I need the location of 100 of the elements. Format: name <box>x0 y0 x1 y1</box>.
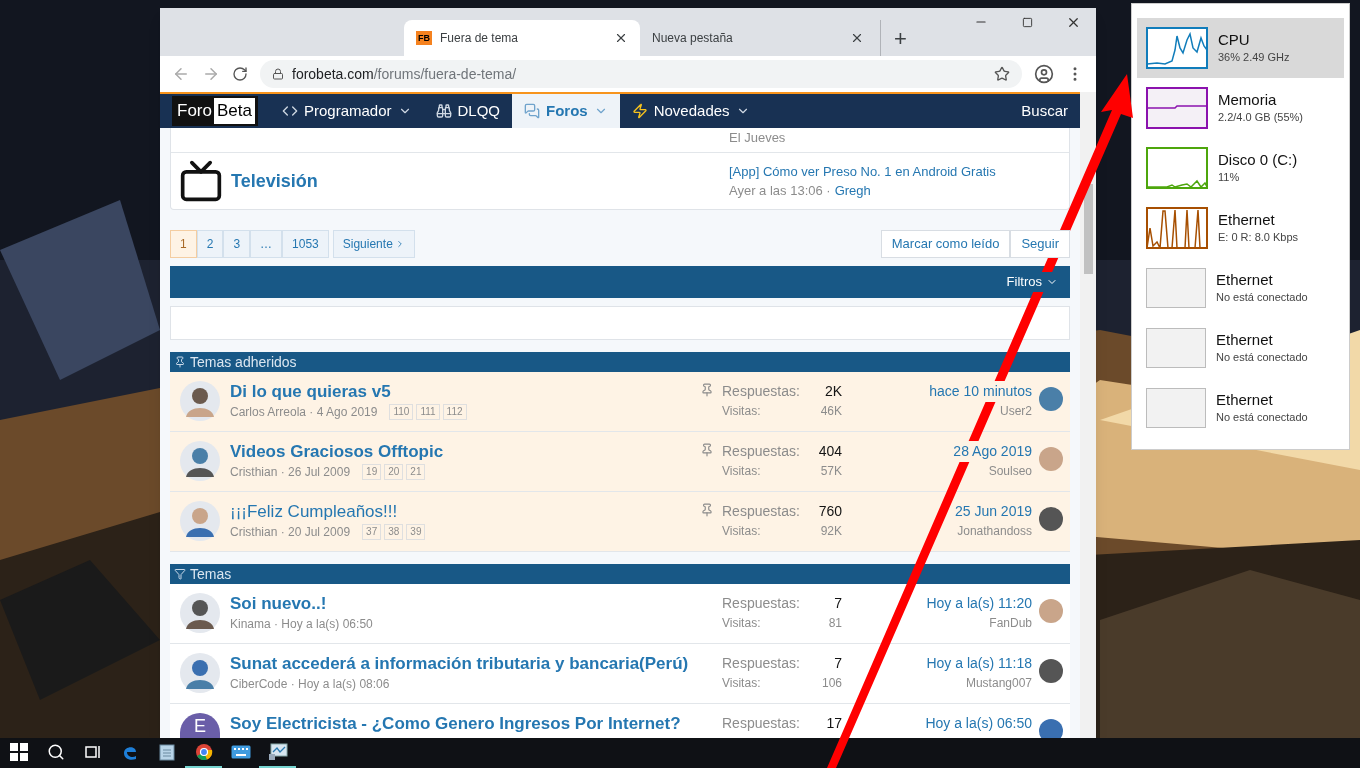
action-button[interactable]: Marcar como leído <box>880 230 1011 258</box>
views-label: Visitas: <box>722 675 761 692</box>
small-avatar[interactable] <box>1039 387 1063 411</box>
page-link[interactable]: 111 <box>416 404 440 420</box>
replies-label: Respuestas: <box>722 502 800 521</box>
nav-tab[interactable]: Foros <box>512 94 620 128</box>
item-detail: No está conectado <box>1216 410 1308 426</box>
section-title: Temas <box>190 564 232 584</box>
forum-last-post-time: Ayer a las 13:06 · <box>729 182 831 200</box>
last-post-user[interactable]: FanDub <box>989 614 1032 632</box>
keyboard-icon[interactable] <box>230 745 251 759</box>
address-bar[interactable]: forobeta.com/forums/fuera-de-tema/ <box>260 60 1022 88</box>
replies-count: 7 <box>834 654 842 673</box>
item-detail: No está conectado <box>1216 290 1308 306</box>
page-link[interactable]: 2 <box>196 230 224 258</box>
account-icon[interactable] <box>1034 64 1054 84</box>
views-label: Visitas: <box>722 615 761 632</box>
small-avatar[interactable] <box>1039 507 1063 531</box>
page-link[interactable]: 1 <box>170 230 197 258</box>
avatar[interactable] <box>180 501 220 541</box>
last-post-user[interactable]: Mustang007 <box>965 674 1032 692</box>
page-link[interactable]: 3 <box>223 230 251 258</box>
graph-box <box>1146 388 1206 428</box>
thread-meta: Carlos Arreola · 4 Ago 2019 <box>230 404 378 421</box>
thread-title[interactable]: Di lo que quieras v5 <box>230 381 692 403</box>
thread-title[interactable]: Soy Electricista - ¿Como Genero Ingresos Por Internet? <box>230 713 692 735</box>
small-avatar[interactable] <box>1039 719 1063 738</box>
thread-title[interactable]: Videos Graciosos Offtopic <box>230 441 692 463</box>
avatar[interactable] <box>180 381 220 421</box>
page-link[interactable]: 39 <box>406 524 426 540</box>
task-manager-icon[interactable] <box>267 743 288 761</box>
nav-tab[interactable]: Programador <box>269 94 424 128</box>
page-link[interactable]: 38 <box>384 524 404 540</box>
next-page-button[interactable]: Siguiente <box>332 230 415 258</box>
thread-meta: Kinama · Hoy a la(s) 06:50 <box>230 616 373 633</box>
pin-icon <box>700 443 714 457</box>
avatar[interactable]: E <box>180 713 220 738</box>
star-icon[interactable] <box>994 66 1010 82</box>
browser-tab[interactable]: FB Fuera de tema <box>404 20 640 56</box>
forum-title[interactable]: Televisión <box>231 167 729 195</box>
avatar[interactable] <box>180 441 220 481</box>
views-count: 81 <box>828 615 842 632</box>
thread-meta: Cristhian · 26 Jul 2009 <box>230 464 351 481</box>
item-detail: 36% 2.49 GHz <box>1218 50 1290 66</box>
nav-tab[interactable]: Novedades <box>619 94 762 128</box>
close-icon[interactable] <box>614 31 628 45</box>
replies-count: 760 <box>818 502 842 521</box>
views-label: Visitas: <box>722 403 761 420</box>
replies-label: Respuestas: <box>722 654 800 673</box>
thread-title[interactable]: Soi nuevo..! <box>230 593 692 615</box>
page-link[interactable]: 1053 <box>282 230 329 258</box>
reload-icon[interactable] <box>232 66 248 82</box>
nav-tab[interactable]: DLQQ <box>423 94 512 128</box>
replies-label: Respuestas: <box>722 594 800 613</box>
small-avatar[interactable] <box>1039 659 1063 683</box>
page-link[interactable]: … <box>250 230 283 258</box>
graph-box <box>1146 268 1206 308</box>
last-post-user[interactable]: Soulseo <box>988 462 1032 480</box>
chrome-icon[interactable] <box>194 743 213 761</box>
pin-icon <box>700 383 714 397</box>
search-icon[interactable] <box>46 743 65 761</box>
replies-count: 7 <box>834 594 842 613</box>
last-post-time[interactable]: 28 Ago 2019 <box>953 441 1032 462</box>
thread-meta: CiberCode · Hoy a la(s) 08:06 <box>230 676 390 693</box>
notepad-icon[interactable] <box>158 743 175 761</box>
forum-last-post[interactable]: [App] Cómo ver Preso No. 1 en Android Gratis <box>729 161 1069 181</box>
graph-box <box>1146 147 1208 189</box>
thread-title[interactable]: ¡¡¡Feliz Cumpleaños!!! <box>230 501 692 523</box>
last-post-time[interactable]: hace 10 minutos <box>929 381 1032 402</box>
last-post-user[interactable]: Jonathandoss <box>957 522 1032 540</box>
page-link[interactable]: 37 <box>362 524 382 540</box>
funnel-icon <box>174 568 186 580</box>
item-detail: E: 0 R: 8.0 Kbps <box>1218 230 1299 246</box>
item-title: Ethernet <box>1216 270 1274 290</box>
lock-icon <box>272 68 284 80</box>
action-button[interactable]: Seguir <box>1010 230 1070 258</box>
views-count: 92K <box>820 523 842 540</box>
pin-icon <box>174 356 186 368</box>
page-link[interactable]: 110 <box>389 404 414 420</box>
avatar[interactable] <box>180 653 220 693</box>
performance-item[interactable]: CPU 36% 2.49 GHz <box>1137 18 1344 78</box>
close-icon[interactable] <box>850 31 864 45</box>
thread-title[interactable]: Sunat accederá a información tributaria y bancaria(Perú) <box>230 653 692 675</box>
views-count: 57K <box>820 463 842 480</box>
page-link[interactable]: 21 <box>406 464 426 480</box>
windows-icon[interactable] <box>9 743 28 761</box>
last-post-user[interactable]: User2 <box>1000 402 1032 420</box>
task-view-icon[interactable] <box>83 743 102 761</box>
page-link[interactable]: 20 <box>384 464 404 480</box>
avatar[interactable] <box>180 593 220 633</box>
scrollbar[interactable] <box>1080 92 1096 738</box>
site-logo[interactable]: Foro Beta <box>172 96 258 126</box>
nav-icon <box>281 103 298 119</box>
page-link[interactable]: 112 <box>442 404 467 420</box>
forum-last-post-user[interactable]: Gregh <box>834 181 871 201</box>
item-title: CPU <box>1218 30 1251 50</box>
page-link[interactable]: 19 <box>362 464 382 480</box>
replies-count: 404 <box>818 442 842 461</box>
search-link[interactable]: Buscar <box>1021 99 1068 123</box>
views-label: Visitas: <box>722 463 761 480</box>
